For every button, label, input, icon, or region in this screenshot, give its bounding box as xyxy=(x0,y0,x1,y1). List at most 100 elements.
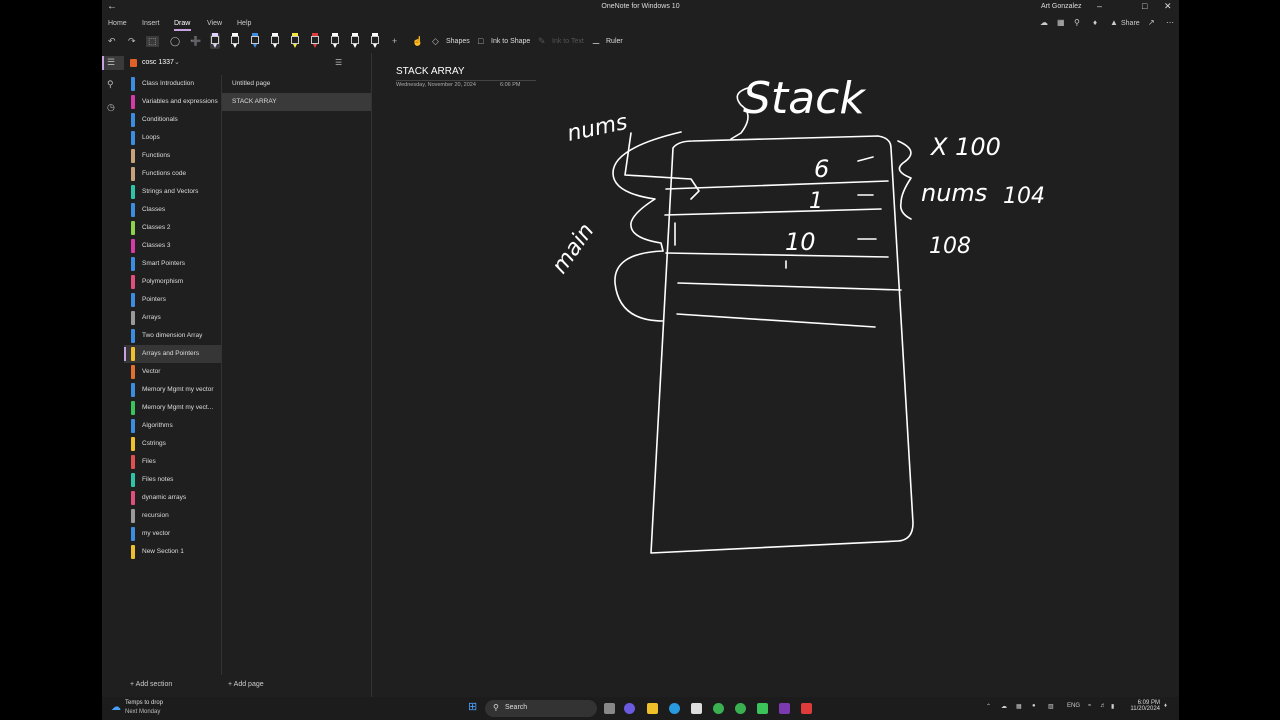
start-icon[interactable]: ⊞ xyxy=(468,700,477,713)
pen-7-icon[interactable] xyxy=(330,33,340,49)
ruler-button[interactable]: Ruler xyxy=(606,38,623,45)
bell-icon[interactable]: ♦ xyxy=(1093,18,1097,27)
section-item[interactable]: Pointers xyxy=(124,291,221,309)
close-icon[interactable]: ✕ xyxy=(1164,1,1172,12)
minimize-icon[interactable]: – xyxy=(1097,1,1102,11)
ruler-icon[interactable]: ⚊ xyxy=(592,36,600,47)
section-item[interactable]: Vector xyxy=(124,363,221,381)
section-item[interactable]: Arrays and Pointers xyxy=(124,345,221,363)
chrome-profile-icon[interactable] xyxy=(735,703,746,714)
wifi-icon[interactable]: ≈ xyxy=(1088,703,1091,709)
add-section-button[interactable]: + Add section xyxy=(130,681,172,688)
onedrive-icon[interactable]: ☁ xyxy=(1001,703,1007,710)
add-space-icon[interactable]: ➕ xyxy=(190,36,201,47)
onenote-icon[interactable] xyxy=(779,703,790,714)
shapes-icon[interactable]: ◇ xyxy=(432,36,439,47)
ink-drawing[interactable]: Stack nums main X 100 nums 104 108 6 1 1… xyxy=(373,53,1179,697)
volume-icon[interactable]: ♬ xyxy=(1100,703,1106,709)
search-icon[interactable]: ⚲ xyxy=(107,79,114,90)
pen-3-icon[interactable] xyxy=(250,33,260,49)
copilot-icon[interactable] xyxy=(624,703,635,714)
page-canvas[interactable]: STACK ARRAY Wednesday, November 20, 2024… xyxy=(373,53,1179,697)
section-item[interactable]: Class Introduction xyxy=(124,75,221,93)
section-label: Conditionals xyxy=(142,116,178,123)
section-item[interactable]: Files notes xyxy=(124,471,221,489)
pen-8-icon[interactable] xyxy=(350,33,360,49)
section-item[interactable]: Algorithms xyxy=(124,417,221,435)
tab-insert[interactable]: Insert xyxy=(142,20,160,27)
maximize-icon[interactable]: □ xyxy=(1142,1,1147,11)
taskbar-clock[interactable]: 6:09 PM 11/20/2024 xyxy=(1124,700,1160,712)
share-icon[interactable]: ▲ xyxy=(1110,18,1118,27)
section-item[interactable]: Classes 3 xyxy=(124,237,221,255)
more-icon[interactable]: ⋯ xyxy=(1166,18,1174,27)
redo-icon[interactable]: ↷ xyxy=(128,36,136,47)
tab-view[interactable]: View xyxy=(207,20,222,27)
pen-9-icon[interactable] xyxy=(370,33,380,49)
section-item[interactable]: Smart Pointers xyxy=(124,255,221,273)
section-item[interactable]: Polymorphism xyxy=(124,273,221,291)
mic-icon[interactable]: ● xyxy=(1032,703,1036,709)
pen-1-icon[interactable] xyxy=(210,33,220,49)
add-page-button[interactable]: + Add page xyxy=(228,681,264,688)
section-item[interactable]: Memory Mgmt my vect... xyxy=(124,399,221,417)
expand-icon[interactable]: ↗ xyxy=(1148,18,1155,27)
section-item[interactable]: Loops xyxy=(124,129,221,147)
tab-home[interactable]: Home xyxy=(108,20,127,27)
section-item[interactable]: Classes xyxy=(124,201,221,219)
notifications-icon[interactable]: ▦ xyxy=(1057,18,1065,27)
tray-chevron-icon[interactable]: ⌃ xyxy=(986,703,991,710)
section-item[interactable]: Strings and Vectors xyxy=(124,183,221,201)
page-item-stack-array[interactable]: STACK ARRAY xyxy=(222,93,371,111)
section-item[interactable]: my vector xyxy=(124,525,221,543)
edge-icon[interactable] xyxy=(669,703,680,714)
ink-to-shape-button[interactable]: Ink to Shape xyxy=(491,38,530,45)
file-explorer-icon[interactable] xyxy=(647,703,658,714)
section-item[interactable]: Cstrings xyxy=(124,435,221,453)
notebook-selector[interactable]: cosc 1337 ⌄ xyxy=(124,53,222,73)
page-item-untitled[interactable]: Untitled page xyxy=(222,75,371,93)
section-item[interactable]: Classes 2 xyxy=(124,219,221,237)
section-item[interactable]: recursion xyxy=(124,507,221,525)
section-item[interactable]: Memory Mgmt my vector xyxy=(124,381,221,399)
app-red-icon[interactable] xyxy=(801,703,812,714)
eraser-icon[interactable]: ◯ xyxy=(170,36,180,47)
tray-icon-1[interactable]: ▦ xyxy=(1016,703,1022,710)
notebooks-rail-item[interactable]: ☰ xyxy=(102,56,124,70)
tab-help[interactable]: Help xyxy=(237,20,251,27)
section-item[interactable]: dynamic arrays xyxy=(124,489,221,507)
undo-icon[interactable]: ↶ xyxy=(108,36,116,47)
tray-icon-2[interactable]: ▨ xyxy=(1048,703,1054,710)
notification-bell-icon[interactable]: ♦ xyxy=(1164,703,1167,709)
language-indicator[interactable]: ENG xyxy=(1067,703,1080,709)
task-view-icon[interactable] xyxy=(604,703,615,714)
shapes-button[interactable]: Shapes xyxy=(446,38,470,45)
taskbar-search[interactable]: ⚲ Search xyxy=(485,700,597,717)
lasso-select-icon[interactable]: ⬚ xyxy=(146,36,159,47)
touch-draw-icon[interactable]: ☝ xyxy=(412,36,423,47)
section-item[interactable]: Files xyxy=(124,453,221,471)
chrome-icon[interactable] xyxy=(713,703,724,714)
highlighter-yellow-icon[interactable] xyxy=(290,33,300,49)
recent-icon[interactable]: ◷ xyxy=(107,102,115,113)
battery-icon[interactable]: ▮ xyxy=(1111,703,1114,710)
user-name[interactable]: Art Gonzalez xyxy=(1041,3,1081,10)
section-item[interactable]: New Section 1 xyxy=(124,543,221,561)
pen-4-icon[interactable] xyxy=(270,33,280,49)
lightbulb-icon[interactable]: ⚲ xyxy=(1074,18,1080,27)
section-item[interactable]: Arrays xyxy=(124,309,221,327)
pen-2-icon[interactable] xyxy=(230,33,240,49)
section-item[interactable]: Functions code xyxy=(124,165,221,183)
section-item[interactable]: Variables and expressions xyxy=(124,93,221,111)
add-pen-icon[interactable]: + xyxy=(392,36,397,46)
store-icon[interactable] xyxy=(691,703,702,714)
section-item[interactable]: Functions xyxy=(124,147,221,165)
tab-draw[interactable]: Draw xyxy=(174,20,190,27)
section-item[interactable]: Conditionals xyxy=(124,111,221,129)
app-green-icon[interactable] xyxy=(757,703,768,714)
section-item[interactable]: Two dimension Array xyxy=(124,327,221,345)
share-button[interactable]: Share xyxy=(1121,20,1140,27)
ink-to-shape-icon[interactable]: □ xyxy=(478,36,483,46)
sync-icon[interactable]: ☁ xyxy=(1040,18,1048,27)
pen-6-icon[interactable] xyxy=(310,33,320,49)
